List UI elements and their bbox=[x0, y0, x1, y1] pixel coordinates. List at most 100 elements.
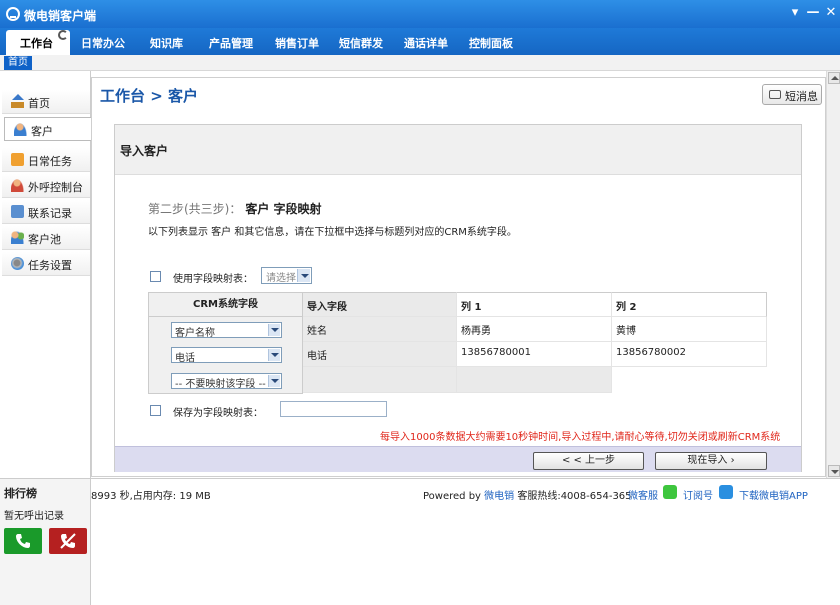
outbound-icon bbox=[11, 179, 24, 192]
crm-field-select-value: 电话 bbox=[175, 353, 195, 364]
app-title: 微电销客户端 bbox=[24, 9, 97, 23]
menu-call-details[interactable]: 通话详单 bbox=[404, 35, 448, 51]
service-link[interactable]: 微客服 bbox=[628, 487, 658, 502]
mapping-table-select-value: 请选择 bbox=[266, 273, 296, 284]
sidebar-item-customer[interactable]: 客户 bbox=[4, 117, 92, 141]
window-menu-button[interactable]: ▾ bbox=[788, 6, 802, 20]
app-logo-icon bbox=[6, 7, 20, 21]
header-col2: 列 2 bbox=[612, 292, 767, 317]
save-mapping-label: 保存为字段映射表： bbox=[173, 408, 263, 419]
sidebar-item-home[interactable]: 首页 bbox=[2, 90, 90, 114]
task-setting-icon bbox=[11, 257, 24, 270]
tab-home[interactable]: 首页 bbox=[4, 56, 32, 70]
import-panel: 导入客户 第二步(共三步)： 客户 字段映射 以下列表显示 客户 和其它信息，请在… bbox=[114, 124, 802, 472]
crm-field-select[interactable]: 客户名称 bbox=[171, 322, 282, 339]
crm-field-select[interactable]: -- 不要映射该字段 -- bbox=[171, 373, 282, 390]
step-title: 客户 字段映射 bbox=[245, 202, 322, 216]
home-icon bbox=[11, 94, 24, 108]
prev-step-button[interactable]: < < 上一步 bbox=[533, 452, 644, 470]
menu-sales-orders[interactable]: 销售订单 bbox=[275, 35, 319, 51]
crm-field-column: CRM系统字段 客户名称 电话 -- 不要映射该字段 -- bbox=[148, 292, 303, 394]
download-app-link[interactable]: 下载微电销APP bbox=[739, 487, 808, 502]
step-indicator: 第二步(共三步)： 客户 字段映射 bbox=[148, 200, 322, 217]
answer-call-button[interactable] bbox=[4, 528, 42, 554]
refresh-icon[interactable] bbox=[58, 30, 68, 40]
panel-footer: < < 上一步 现在导入 › bbox=[115, 446, 801, 472]
save-mapping-checkbox[interactable] bbox=[150, 405, 161, 416]
data-cell: 黄博 bbox=[612, 317, 767, 342]
panel-header: 导入客户 bbox=[115, 125, 801, 175]
crm-field-select-value: -- 不要映射该字段 -- bbox=[175, 379, 266, 390]
memory-status: 8993 秒,占用内存: 19 MB bbox=[91, 491, 211, 502]
sidebar: 首页 客户 日常任务 外呼控制台 联系记录 客户池 任务设置 bbox=[0, 71, 92, 478]
chevron-down-icon bbox=[268, 324, 280, 336]
sidebar-item-label: 客户 bbox=[31, 125, 53, 138]
hotline-text: 客服热线:4008-654-365 bbox=[514, 491, 632, 502]
header-import-field: 导入字段 bbox=[303, 292, 457, 317]
crm-field-select-value: 客户名称 bbox=[175, 328, 215, 339]
import-field-cell bbox=[303, 367, 457, 393]
use-mapping-label: 使用字段映射表： bbox=[173, 274, 253, 285]
subscribe-link[interactable]: 订阅号 bbox=[683, 487, 713, 502]
sidebar-item-label: 日常任务 bbox=[28, 155, 72, 168]
wechat-icon bbox=[663, 485, 677, 499]
sidebar-item-label: 外呼控制台 bbox=[28, 181, 83, 194]
scroll-down-icon[interactable] bbox=[828, 465, 840, 477]
task-icon bbox=[11, 153, 24, 166]
panel-title: 导入客户 bbox=[120, 144, 169, 158]
crm-field-select[interactable]: 电话 bbox=[171, 347, 282, 364]
sidebar-item-label: 首页 bbox=[28, 97, 50, 110]
close-button[interactable]: ✕ bbox=[824, 6, 838, 20]
hangup-call-button[interactable] bbox=[49, 528, 87, 554]
brand-link[interactable]: 微电销 bbox=[484, 491, 514, 502]
data-cell: 13856780001 bbox=[457, 342, 612, 367]
chevron-down-icon bbox=[297, 269, 310, 282]
step-prefix: 第二步(共三步)： bbox=[148, 202, 242, 216]
sub-tab-bar: 首页 bbox=[0, 55, 840, 71]
data-cell: 13856780002 bbox=[612, 342, 767, 367]
vertical-scrollbar[interactable] bbox=[826, 71, 840, 478]
mapping-table-select[interactable]: 请选择 bbox=[261, 267, 312, 284]
main-content: 工作台 > 客户 短消息 导入客户 第二步(共三步)： 客户 字段映射 以下列表显… bbox=[91, 77, 826, 477]
sidebar-item-label: 联系记录 bbox=[28, 207, 72, 220]
bottom-area bbox=[91, 505, 840, 605]
message-icon bbox=[769, 90, 781, 99]
crm-field-header: CRM系统字段 bbox=[149, 293, 302, 317]
save-mapping-input[interactable] bbox=[280, 401, 387, 417]
sidebar-item-task-setting[interactable]: 任务设置 bbox=[2, 252, 90, 276]
short-message-label: 短消息 bbox=[785, 90, 818, 103]
sidebar-item-label: 任务设置 bbox=[28, 259, 72, 272]
menu-knowledge[interactable]: 知识库 bbox=[150, 35, 183, 51]
contact-record-icon bbox=[11, 205, 24, 218]
ranking-panel: 排行榜 暂无呼出记录 bbox=[0, 478, 91, 605]
minimize-button[interactable]: — bbox=[806, 6, 820, 20]
customer-pool-icon bbox=[11, 231, 24, 244]
sidebar-item-label: 客户池 bbox=[28, 233, 61, 246]
short-message-button[interactable]: 短消息 bbox=[762, 84, 822, 105]
chevron-down-icon bbox=[268, 375, 280, 387]
scroll-up-icon[interactable] bbox=[828, 72, 840, 84]
data-cell bbox=[457, 367, 612, 393]
menu-control-panel[interactable]: 控制面板 bbox=[469, 35, 513, 51]
customer-icon bbox=[14, 123, 27, 136]
use-mapping-checkbox[interactable] bbox=[150, 271, 161, 282]
menu-sms[interactable]: 短信群发 bbox=[339, 35, 383, 51]
phone-hangup-icon bbox=[60, 533, 76, 549]
menu-office[interactable]: 日常办公 bbox=[81, 35, 125, 51]
sidebar-item-contact-record[interactable]: 联系记录 bbox=[2, 200, 90, 224]
breadcrumb: 工作台 > 客户 bbox=[100, 87, 199, 105]
sidebar-item-outbound[interactable]: 外呼控制台 bbox=[2, 174, 90, 198]
chevron-down-icon bbox=[268, 349, 280, 361]
menu-products[interactable]: 产品管理 bbox=[209, 35, 253, 51]
status-bar: 8993 秒,占用内存: 19 MB Powered by 微电销 客服热线:4… bbox=[91, 478, 840, 505]
import-field-cell: 电话 bbox=[303, 342, 457, 367]
import-now-button[interactable]: 现在导入 › bbox=[655, 452, 767, 470]
sidebar-item-customer-pool[interactable]: 客户池 bbox=[2, 226, 90, 250]
data-cell: 杨再勇 bbox=[457, 317, 612, 342]
title-bar: 微电销客户端 ▾ — ✕ bbox=[0, 0, 840, 28]
step-description: 以下列表显示 客户 和其它信息，请在下拉框中选择与标题列对应的CRM系统字段。 bbox=[148, 227, 517, 238]
import-field-cell: 姓名 bbox=[303, 317, 457, 342]
sidebar-item-daily-task[interactable]: 日常任务 bbox=[2, 148, 90, 172]
download-app-icon bbox=[719, 485, 733, 499]
header-col1: 列 1 bbox=[457, 292, 612, 317]
